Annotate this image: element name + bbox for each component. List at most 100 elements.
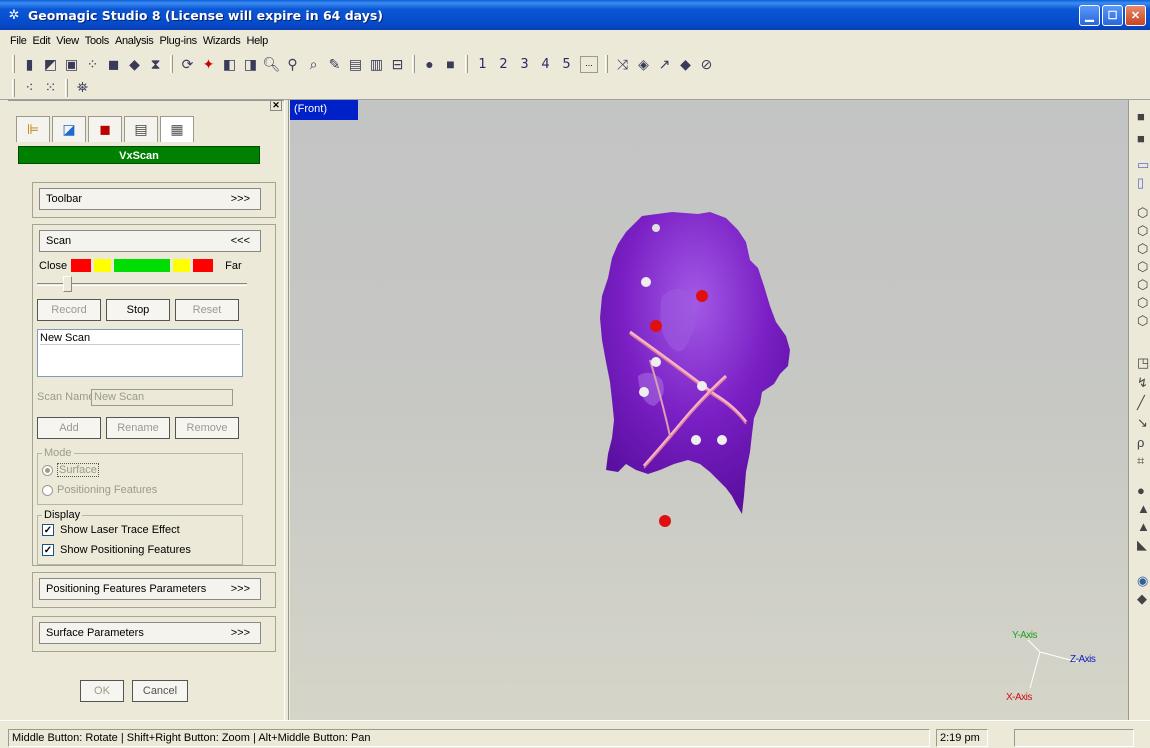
menu-plugins[interactable]: Plug-ins xyxy=(160,35,198,47)
new-file-icon[interactable]: ▮ xyxy=(21,56,38,73)
wire-cube-icon[interactable]: ⬡ xyxy=(1137,260,1150,274)
record-button[interactable]: Record xyxy=(37,299,101,321)
wire-cube-icon[interactable]: ⬡ xyxy=(1137,296,1150,310)
tab-model-manager[interactable]: ⊫ xyxy=(16,116,50,142)
maximize-button[interactable]: ☐ xyxy=(1102,5,1123,26)
stop-button[interactable]: Stop xyxy=(106,299,170,321)
solid-view-icon[interactable]: ■ xyxy=(1137,110,1150,124)
custom-select-icon[interactable]: ⌗ xyxy=(1137,454,1150,468)
wire-cube-icon[interactable]: ⬡ xyxy=(1137,224,1150,238)
menu-view[interactable]: View xyxy=(56,35,79,47)
mode-positioning-radio[interactable]: Positioning Features xyxy=(42,484,157,496)
ok-button[interactable]: OK xyxy=(80,680,124,702)
mode-surface-radio[interactable]: Surface xyxy=(42,463,99,477)
reset-button[interactable]: Reset xyxy=(175,299,239,321)
list-item[interactable]: New Scan xyxy=(40,332,240,345)
3d-viewport[interactable]: (Front) Y-Axis Z-Axis X-Axis xyxy=(290,100,1128,720)
camera-icon[interactable]: ▤ xyxy=(347,56,364,73)
wire-cube-icon[interactable]: ⬡ xyxy=(1137,242,1150,256)
menu-analysis[interactable]: Analysis xyxy=(115,35,154,47)
rename-button[interactable]: Rename xyxy=(106,417,170,439)
view-4-button[interactable]: 4 xyxy=(537,56,554,73)
surface-params-button[interactable]: Surface Parameters >>> xyxy=(39,622,261,644)
view-5-button[interactable]: 5 xyxy=(558,56,575,73)
pen-icon[interactable]: ✎ xyxy=(326,56,343,73)
mesh-icon[interactable]: ◼ xyxy=(105,56,122,73)
arrow-icon[interactable]: ↗ xyxy=(656,56,673,73)
add-button[interactable]: Add xyxy=(37,417,101,439)
zoom-fit-icon[interactable]: ⌕ xyxy=(305,56,322,73)
menu-edit[interactable]: Edit xyxy=(33,35,51,47)
menu-wizards[interactable]: Wizards xyxy=(203,35,241,47)
toolbar-grip[interactable] xyxy=(170,55,173,73)
open-file-icon[interactable]: ◩ xyxy=(42,56,59,73)
show-positioning-checkbox[interactable]: ✓ Show Positioning Features xyxy=(42,544,191,556)
scan-name-input[interactable]: New Scan xyxy=(91,389,233,406)
toolbar-section-button[interactable]: Toolbar >>> xyxy=(39,188,261,210)
view-shaded-icon[interactable]: ◨ xyxy=(242,56,259,73)
scanner-icon[interactable]: ⛯ xyxy=(74,79,91,96)
scan-section-button[interactable]: Scan <<< xyxy=(39,230,261,252)
panel-splitter[interactable] xyxy=(284,100,289,720)
shape-icon[interactable]: ◆ xyxy=(126,56,143,73)
tab-display[interactable]: ◼ xyxy=(88,116,122,142)
toolbar-grip[interactable] xyxy=(65,78,68,97)
toolbar-grip[interactable] xyxy=(12,78,15,97)
stack-icon[interactable]: ▲ xyxy=(1137,502,1150,516)
wire-cube-icon[interactable]: ⬡ xyxy=(1137,314,1150,328)
rotate-icon[interactable]: ⟳ xyxy=(179,56,196,73)
wire-cube-icon[interactable]: ⬡ xyxy=(1137,278,1150,292)
corner-icon[interactable]: ◣ xyxy=(1137,538,1150,552)
toolbar-grip[interactable] xyxy=(465,55,468,73)
hourglass-icon[interactable]: ⧗ xyxy=(147,56,164,73)
scanner-head-icon[interactable]: ◉ xyxy=(1137,574,1150,588)
paint-icon[interactable]: ◈ xyxy=(635,56,652,73)
toolbar-grip[interactable] xyxy=(12,55,15,73)
stack2-icon[interactable]: ▲ xyxy=(1137,520,1150,534)
distance-slider-thumb[interactable] xyxy=(63,276,72,292)
points-icon[interactable]: ⁘ xyxy=(84,56,101,73)
cancel-button[interactable]: Cancel xyxy=(132,680,188,702)
rect-select-icon[interactable]: ◳ xyxy=(1137,356,1150,370)
menu-help[interactable]: Help xyxy=(246,35,268,47)
tab-vxscan[interactable]: ▦ xyxy=(160,116,194,142)
plane-view-icon[interactable]: ▭ xyxy=(1137,158,1150,172)
point-icon[interactable]: ◆ xyxy=(677,56,694,73)
solid-view2-icon[interactable]: ■ xyxy=(1137,132,1150,146)
brush-select-icon[interactable]: ↘ xyxy=(1137,416,1150,430)
minimize-button[interactable]: ▁ xyxy=(1079,5,1100,26)
export-icon[interactable]: ⊟ xyxy=(389,56,406,73)
save-icon[interactable]: ▣ xyxy=(63,56,80,73)
path-select-icon[interactable]: ρ xyxy=(1137,436,1150,450)
view-2-button[interactable]: 2 xyxy=(495,56,512,73)
camera2-icon[interactable]: ▥ xyxy=(368,56,385,73)
tab-view[interactable]: ◪ xyxy=(52,116,86,142)
sphere-icon[interactable]: ● xyxy=(1137,484,1150,498)
remove-button[interactable]: Remove xyxy=(175,417,239,439)
scan-list[interactable]: New Scan xyxy=(37,329,243,377)
view-solid-icon[interactable]: ◧ xyxy=(221,56,238,73)
menu-tools[interactable]: Tools xyxy=(85,35,109,47)
menu-file[interactable]: File xyxy=(10,35,27,47)
line-select-icon[interactable]: ╱ xyxy=(1137,396,1150,410)
positioning-params-button[interactable]: Positioning Features Parameters >>> xyxy=(39,578,261,600)
tab-dialog[interactable]: ▤ xyxy=(124,116,158,142)
zoom-icon[interactable]: 🔍︎ xyxy=(263,56,281,73)
no-entry-icon[interactable]: ⊘ xyxy=(698,56,715,73)
view-1-button[interactable]: 1 xyxy=(474,56,491,73)
toolbar-grip[interactable] xyxy=(412,55,415,73)
more-button[interactable]: ... xyxy=(580,55,598,73)
stop-square-icon[interactable]: ■ xyxy=(442,56,459,73)
record-dot-icon[interactable]: ● xyxy=(421,56,438,73)
select-icon[interactable]: ⤨ xyxy=(614,56,631,73)
points-tool2-icon[interactable]: ⁙ xyxy=(42,79,59,96)
close-button[interactable]: ✕ xyxy=(1125,5,1146,26)
view-3-button[interactable]: 3 xyxy=(516,56,533,73)
panel-close-icon[interactable]: ✕ xyxy=(270,100,282,111)
object-icon[interactable]: ◆ xyxy=(1137,592,1150,606)
show-laser-checkbox[interactable]: ✓ Show Laser Trace Effect xyxy=(42,524,180,536)
points-tool-icon[interactable]: ⁖ xyxy=(21,79,38,96)
cylinder-view-icon[interactable]: ▯ xyxy=(1137,176,1150,190)
zoom-window-icon[interactable]: ⚲ xyxy=(284,56,301,73)
lasso-icon[interactable]: ↯ xyxy=(1137,376,1150,390)
